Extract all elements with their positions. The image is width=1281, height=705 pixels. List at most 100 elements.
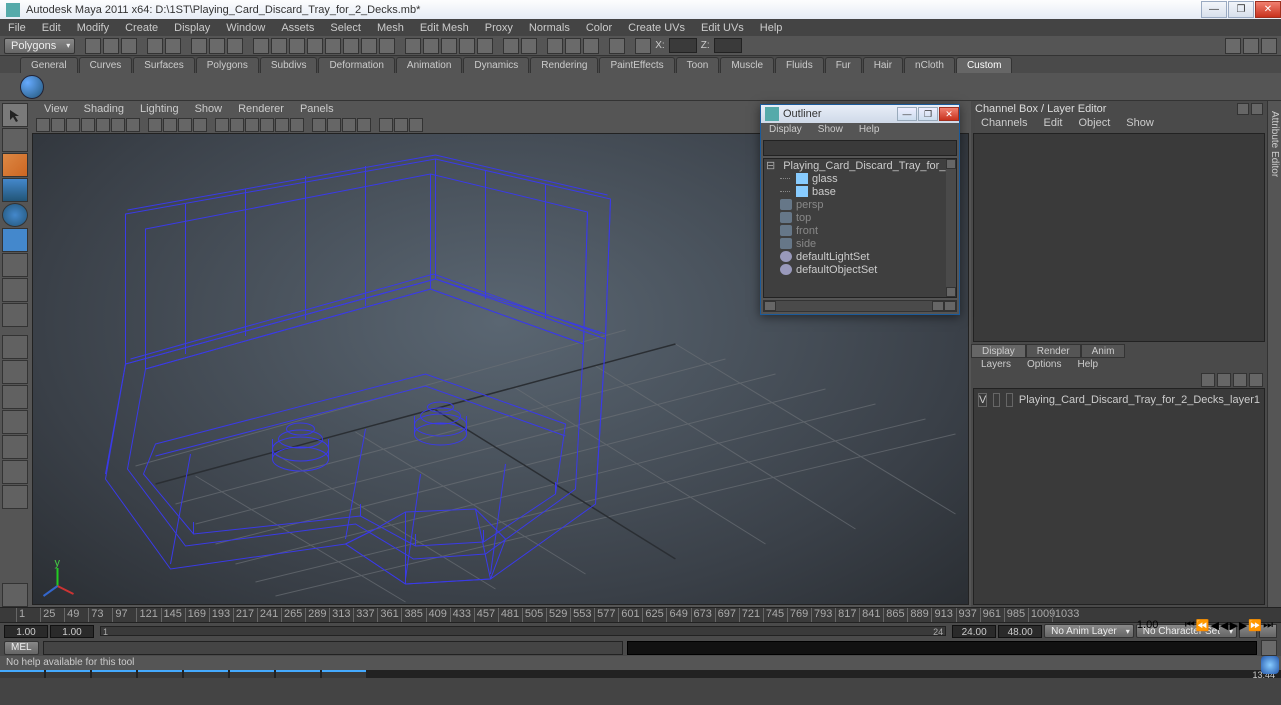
step-forward-icon[interactable]: ▶ (1239, 619, 1247, 632)
taskbar-item[interactable] (230, 670, 274, 678)
outliner-menu-show[interactable]: Show (810, 123, 851, 138)
history-on-icon[interactable] (503, 38, 519, 54)
outliner-vscroll[interactable] (946, 159, 956, 297)
layer-menu-options[interactable]: Options (1019, 358, 1069, 372)
maximize-button[interactable]: ❐ (1228, 1, 1254, 18)
undo-icon[interactable] (147, 38, 163, 54)
select-tool-icon[interactable] (2, 103, 28, 127)
shelf-tab-surfaces[interactable]: Surfaces (133, 57, 194, 73)
layer-new-empty-icon[interactable] (1233, 373, 1247, 387)
teamviewer-icon[interactable] (1261, 656, 1279, 674)
command-lang-dropdown[interactable]: MEL (4, 641, 39, 655)
panel-icon-4[interactable] (81, 118, 95, 132)
shelf-tab-dynamics[interactable]: Dynamics (463, 57, 529, 73)
outliner-minimize-button[interactable]: — (897, 107, 917, 121)
shelf-tab-fluids[interactable]: Fluids (775, 57, 824, 73)
panel-icon-21[interactable] (357, 118, 371, 132)
outliner-titlebar[interactable]: Outliner — ❐ ✕ (761, 105, 959, 123)
mask-deformer-icon[interactable] (325, 38, 341, 54)
menu-editmesh[interactable]: Edit Mesh (412, 20, 477, 36)
panel-icon-19[interactable] (327, 118, 341, 132)
taskbar-item[interactable] (138, 670, 182, 678)
step-back-key-icon[interactable]: ⏪ (1196, 619, 1210, 632)
layer-visibility-toggle[interactable]: V (978, 393, 987, 407)
shelf-tab-polygons[interactable]: Polygons (196, 57, 259, 73)
shelf-tab-hair[interactable]: Hair (863, 57, 903, 73)
menu-mesh[interactable]: Mesh (369, 20, 412, 36)
menu-color[interactable]: Color (578, 20, 620, 36)
scroll-right2-icon[interactable] (944, 301, 956, 311)
menu-createuvs[interactable]: Create UVs (620, 20, 693, 36)
menu-edituvs[interactable]: Edit UVs (693, 20, 752, 36)
layer-tab-render[interactable]: Render (1026, 344, 1081, 358)
shelf-tab-ncloth[interactable]: nCloth (904, 57, 955, 73)
tool-settings-icon[interactable] (1243, 38, 1259, 54)
panel-icon-7[interactable] (126, 118, 140, 132)
layer-menu-layers[interactable]: Layers (973, 358, 1019, 372)
shelf-tab-painteffects[interactable]: PaintEffects (599, 57, 674, 73)
history-off-icon[interactable] (521, 38, 537, 54)
menu-edit[interactable]: Edit (34, 20, 69, 36)
play-back-icon[interactable]: ◀ (1220, 619, 1228, 632)
render-settings-icon[interactable] (583, 38, 599, 54)
universal-manip-icon[interactable] (2, 253, 28, 277)
new-scene-icon[interactable] (85, 38, 101, 54)
outliner-item-top[interactable]: top (764, 211, 956, 224)
four-view-icon[interactable] (2, 360, 28, 384)
layer-row[interactable]: V Playing_Card_Discard_Tray_for_2_Decks_… (978, 393, 1260, 407)
command-input[interactable] (43, 641, 623, 655)
panel-icon-20[interactable] (342, 118, 356, 132)
x-input[interactable] (669, 38, 697, 53)
snap-point-icon[interactable] (441, 38, 457, 54)
layer-type-toggle[interactable] (993, 393, 1000, 407)
scroll-left-icon[interactable] (764, 301, 776, 311)
outliner-item-group[interactable]: ⊟Playing_Card_Discard_Tray_for_2_Decks (764, 159, 956, 172)
snap-plane-icon[interactable] (459, 38, 475, 54)
menu-help[interactable]: Help (752, 20, 791, 36)
snap-grid-icon[interactable] (405, 38, 421, 54)
panel-icon-24[interactable] (409, 118, 423, 132)
mask-dynamic-icon[interactable] (343, 38, 359, 54)
show-manip-tool-icon[interactable] (2, 303, 28, 327)
outliner-hscroll[interactable] (763, 300, 957, 312)
scroll-right-icon[interactable] (932, 301, 944, 311)
play-forward-icon[interactable]: ▶ (1229, 619, 1237, 632)
outliner-item-front[interactable]: front (764, 224, 956, 237)
taskbar-item[interactable] (184, 670, 228, 678)
channel-menu-object[interactable]: Object (1070, 116, 1118, 131)
layer-new-selected-icon[interactable] (1249, 373, 1263, 387)
panel-icon-16[interactable] (275, 118, 289, 132)
layer-tab-anim[interactable]: Anim (1081, 344, 1126, 358)
taskbar-item[interactable] (276, 670, 320, 678)
shelf-tab-custom[interactable]: Custom (956, 57, 1012, 73)
save-scene-icon[interactable] (121, 38, 137, 54)
panel-icon-5[interactable] (96, 118, 110, 132)
current-time-field[interactable]: 1.00 (1137, 619, 1177, 632)
playback-end-field[interactable]: 24.00 (952, 625, 996, 638)
mask-misc-icon[interactable] (379, 38, 395, 54)
shelf-tab-muscle[interactable]: Muscle (720, 57, 774, 73)
lasso-tool-icon[interactable] (2, 128, 28, 152)
shelf-tab-deformation[interactable]: Deformation (318, 57, 394, 73)
redo-icon[interactable] (165, 38, 181, 54)
layer-tab-display[interactable]: Display (971, 344, 1026, 358)
step-back-icon[interactable]: ◀ (1211, 619, 1219, 632)
close-button[interactable]: ✕ (1255, 1, 1281, 18)
menu-proxy[interactable]: Proxy (477, 20, 521, 36)
panel-icon-11[interactable] (193, 118, 207, 132)
shelf-tab-animation[interactable]: Animation (396, 57, 462, 73)
outliner-item-persp[interactable]: persp (764, 198, 956, 211)
channel-menu-channels[interactable]: Channels (973, 116, 1035, 131)
channel-menu-edit[interactable]: Edit (1035, 116, 1070, 131)
shelf-tab-fur[interactable]: Fur (825, 57, 862, 73)
mask-surface-icon[interactable] (307, 38, 323, 54)
rotate-tool-icon[interactable] (2, 203, 28, 227)
layer-move-down-icon[interactable] (1217, 373, 1231, 387)
outliner-item-objectset[interactable]: defaultObjectSet (764, 263, 956, 276)
menu-assets[interactable]: Assets (273, 20, 322, 36)
channelbox-close-icon[interactable] (1251, 103, 1263, 115)
layer-move-up-icon[interactable] (1201, 373, 1215, 387)
outliner-item-lightset[interactable]: defaultLightSet (764, 250, 956, 263)
live-surface-icon[interactable] (609, 38, 625, 54)
range-slider[interactable]: 1 24 (100, 626, 946, 636)
